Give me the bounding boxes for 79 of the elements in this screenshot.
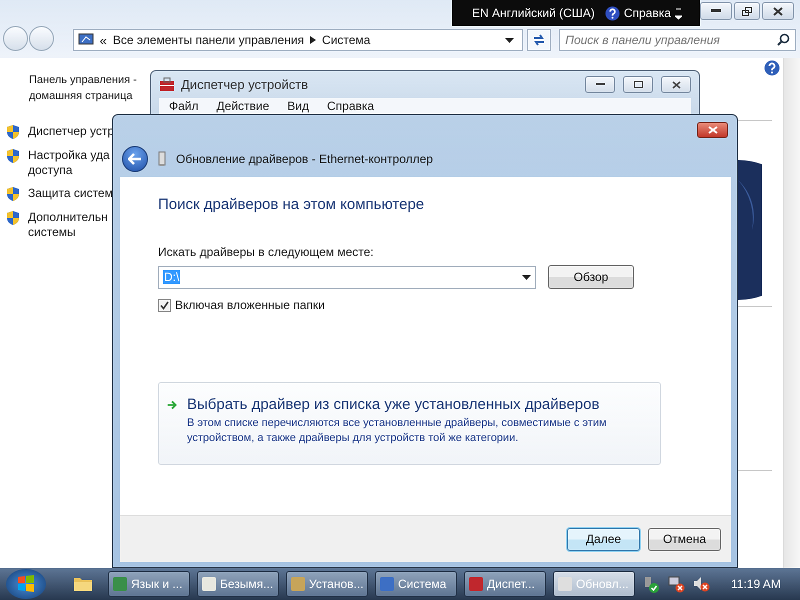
breadcrumb-item[interactable]: Система [322, 33, 370, 47]
checkbox[interactable] [158, 298, 171, 312]
home-link[interactable]: Панель управления - домашняя страница [29, 72, 137, 104]
close-icon [708, 126, 718, 134]
dialog-button[interactable]: Отмена [648, 528, 721, 550]
maximize-button[interactable] [623, 76, 653, 93]
back-arrow-icon [128, 153, 142, 165]
maximize-icon [634, 81, 642, 88]
network-error-icon[interactable] [667, 575, 685, 593]
checkbox-label: Включая вложенные папки [175, 298, 325, 312]
toolbox-icon [159, 77, 175, 92]
dialog-button[interactable]: Далее [567, 528, 640, 550]
address-bar[interactable]: « Все элементы панели управления Система [72, 29, 524, 51]
shield-icon [6, 148, 20, 164]
option-title: Выбрать драйвер из списка уже установленных драйверов [187, 396, 600, 413]
taskbar-button[interactable]: Система [375, 571, 457, 597]
dialog-title: Обновление драйверов - Ethernet-контроллер [176, 152, 433, 166]
search-icon [777, 33, 790, 46]
breadcrumb-item[interactable]: Все элементы панели управления [112, 33, 304, 47]
dropdown-arrow-icon [522, 274, 531, 280]
arrow-icon [167, 399, 177, 411]
field-label: Искать драйверы в следующем месте: [158, 245, 375, 259]
scrollbar[interactable] [783, 58, 800, 568]
taskbar-button[interactable]: Язык и ... [108, 571, 190, 597]
dropdown-arrow-icon[interactable] [505, 38, 514, 42]
shield-icon [6, 186, 20, 202]
restore-button[interactable] [734, 2, 760, 20]
language-indicator[interactable]: EN Английский (США) [472, 6, 595, 20]
app-icon [469, 577, 483, 591]
help-icon[interactable] [764, 60, 780, 76]
separator-arrow-icon [310, 36, 316, 44]
window-title: Диспетчер устройств [181, 77, 308, 92]
taskbar-button[interactable]: Диспет... [464, 571, 546, 597]
minimize-icon [711, 9, 721, 13]
refresh-arrows-icon [532, 33, 546, 47]
app-icon [380, 577, 394, 591]
taskbar-button[interactable]: Установ... [286, 571, 368, 597]
folder-icon[interactable] [73, 576, 93, 592]
speaker-muted-icon[interactable] [692, 575, 710, 593]
monitor-icon [78, 33, 94, 47]
app-icon [558, 577, 572, 591]
close-button[interactable] [762, 2, 794, 20]
help-link[interactable]: Справка [624, 6, 671, 20]
breadcrumb-chevron: « [100, 32, 107, 48]
task-link[interactable]: Защита систем [28, 186, 113, 201]
minimize-button[interactable] [700, 2, 732, 20]
app-icon [113, 577, 127, 591]
close-button[interactable] [697, 122, 728, 138]
menu-item[interactable]: Файл [169, 99, 199, 113]
restore-icon [742, 6, 752, 16]
windows-logo-icon [16, 574, 36, 594]
clock[interactable]: 11:19 AM [731, 577, 781, 591]
minimize-icon [596, 83, 604, 86]
minimize-button[interactable] [585, 76, 615, 93]
page-heading: Поиск драйверов на этом компьютере [158, 196, 426, 213]
refresh-button[interactable] [527, 29, 552, 51]
usb-device-icon[interactable] [642, 575, 660, 593]
shield-icon [6, 210, 20, 226]
app-icon [202, 577, 216, 591]
close-button[interactable] [661, 76, 691, 93]
shield-icon [6, 124, 20, 140]
start-button[interactable] [6, 569, 46, 599]
browse-button[interactable]: Обзор [548, 265, 634, 289]
help-icon [604, 6, 620, 20]
network-adapter-icon [158, 151, 166, 167]
option-card[interactable]: Выбрать драйвер из списка уже установленных драйверов В этом списке перечисляются все установленные драйверы, совместимые с этим устройством, а также драйверы для устройств той же категории. [158, 382, 661, 465]
taskbar-button[interactable]: Безымя... [197, 571, 279, 597]
task-link[interactable]: Дополнительн системы [28, 210, 108, 240]
menu-item[interactable]: Вид [287, 99, 309, 113]
close-icon [773, 6, 783, 16]
app-icon [291, 577, 305, 591]
options-icon[interactable] [674, 6, 682, 20]
search-field[interactable]: Поиск в панели управления [559, 29, 796, 51]
menu-item[interactable]: Действие [216, 99, 270, 113]
close-icon [672, 80, 680, 88]
option-description: В этом списке перечисляются все установленные драйверы, совместимые с этим устройством, а также драйверы для устройств той же категории. [187, 416, 608, 446]
task-link[interactable]: Настройка уда доступа [28, 148, 110, 178]
menu-item[interactable]: Справка [327, 99, 374, 113]
back-button[interactable] [122, 146, 148, 172]
